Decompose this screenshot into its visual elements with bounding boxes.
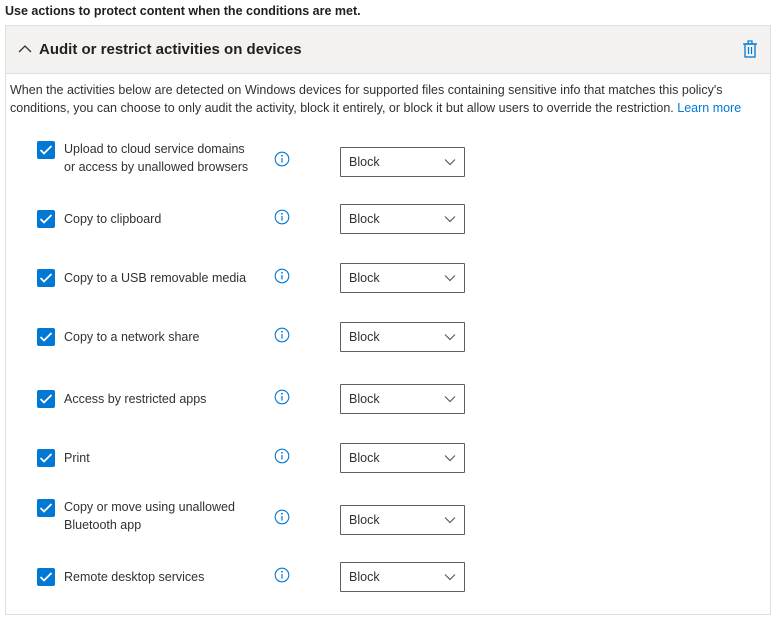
info-icon[interactable] bbox=[274, 268, 290, 284]
activity-row: Access by restricted apps Block bbox=[6, 379, 772, 419]
chevron-down-icon bbox=[444, 574, 456, 581]
activity-label: Access by restricted apps bbox=[64, 390, 264, 408]
activity-label-line1: Remote desktop services bbox=[64, 570, 205, 584]
dropdown-value: Block bbox=[349, 392, 380, 406]
audit-restrict-panel: Audit or restrict activities on devices … bbox=[5, 25, 771, 615]
chevron-down-icon bbox=[444, 216, 456, 223]
activity-row: Remote desktop services Block bbox=[6, 557, 772, 597]
dropdown-value: Block bbox=[349, 513, 380, 527]
activity-label-line2: or access by unallowed browsers bbox=[64, 160, 249, 174]
activity-label-line2: Bluetooth app bbox=[64, 518, 142, 532]
chevron-down-icon bbox=[444, 334, 456, 341]
checkmark-icon bbox=[39, 503, 53, 513]
action-dropdown[interactable]: Block bbox=[340, 263, 465, 293]
info-icon[interactable] bbox=[274, 209, 290, 225]
info-icon[interactable] bbox=[274, 389, 290, 405]
dropdown-value: Block bbox=[349, 271, 380, 285]
checkmark-icon bbox=[39, 332, 53, 342]
action-dropdown[interactable]: Block bbox=[340, 384, 465, 414]
activity-checkbox[interactable] bbox=[37, 568, 55, 586]
dropdown-value: Block bbox=[349, 155, 380, 169]
activity-label-line1: Print bbox=[64, 451, 90, 465]
activity-label: Copy to a USB removable media bbox=[64, 269, 264, 287]
panel-header[interactable]: Audit or restrict activities on devices bbox=[6, 26, 770, 74]
activity-label-line1: Copy to clipboard bbox=[64, 212, 162, 226]
activity-checkbox[interactable] bbox=[37, 269, 55, 287]
chevron-down-icon bbox=[444, 159, 456, 166]
action-dropdown[interactable]: Block bbox=[340, 505, 465, 535]
activity-checkbox[interactable] bbox=[37, 390, 55, 408]
activity-label-line1: Copy to a network share bbox=[64, 330, 200, 344]
checkmark-icon bbox=[39, 273, 53, 283]
activity-label-line1: Copy to a USB removable media bbox=[64, 271, 247, 285]
activity-checkbox[interactable] bbox=[37, 449, 55, 467]
activity-label: Print bbox=[64, 449, 264, 467]
learn-more-link[interactable]: Learn more bbox=[677, 101, 741, 115]
action-dropdown[interactable]: Block bbox=[340, 443, 465, 473]
activity-label: Copy or move using unallowed Bluetooth ap… bbox=[64, 498, 264, 534]
activity-row: Copy to clipboard Block bbox=[6, 199, 772, 239]
activity-label: Remote desktop services bbox=[64, 568, 264, 586]
activity-row: Copy to a network share Block bbox=[6, 317, 772, 357]
dropdown-value: Block bbox=[349, 212, 380, 226]
checkmark-icon bbox=[39, 394, 53, 404]
description-text: When the activities below are detected o… bbox=[10, 83, 723, 115]
activity-row: Upload to cloud service domains or access… bbox=[6, 139, 772, 179]
activity-label-line1: Copy or move using unallowed bbox=[64, 500, 235, 514]
info-icon[interactable] bbox=[274, 567, 290, 583]
chevron-down-icon bbox=[444, 517, 456, 524]
chevron-down-icon bbox=[444, 396, 456, 403]
activity-checkbox[interactable] bbox=[37, 499, 55, 517]
activity-row: Copy or move using unallowed Bluetooth ap… bbox=[6, 497, 772, 537]
panel-title: Audit or restrict activities on devices bbox=[39, 41, 302, 58]
action-dropdown[interactable]: Block bbox=[340, 562, 465, 592]
activity-checkbox[interactable] bbox=[37, 141, 55, 159]
activity-checkbox[interactable] bbox=[37, 210, 55, 228]
checkmark-icon bbox=[39, 214, 53, 224]
checkmark-icon bbox=[39, 572, 53, 582]
activity-row: Copy to a USB removable media Block bbox=[6, 258, 772, 298]
trash-icon[interactable] bbox=[742, 40, 758, 58]
activity-label-line1: Upload to cloud service domains bbox=[64, 142, 245, 156]
dropdown-value: Block bbox=[349, 330, 380, 344]
action-dropdown[interactable]: Block bbox=[340, 204, 465, 234]
checkmark-icon bbox=[39, 145, 53, 155]
activity-label: Upload to cloud service domains or access… bbox=[64, 140, 264, 176]
chevron-down-icon bbox=[444, 455, 456, 462]
activity-label: Copy to a network share bbox=[64, 328, 264, 346]
info-icon[interactable] bbox=[274, 151, 290, 167]
panel-description: When the activities below are detected o… bbox=[10, 81, 760, 117]
checkmark-icon bbox=[39, 453, 53, 463]
info-icon[interactable] bbox=[274, 327, 290, 343]
section-intro: Use actions to protect content when the … bbox=[5, 4, 361, 18]
activity-label-line1: Access by restricted apps bbox=[64, 392, 207, 406]
action-dropdown[interactable]: Block bbox=[340, 322, 465, 352]
activity-row: Print Block bbox=[6, 438, 772, 478]
action-dropdown[interactable]: Block bbox=[340, 147, 465, 177]
dropdown-value: Block bbox=[349, 451, 380, 465]
chevron-up-icon[interactable] bbox=[17, 43, 33, 55]
info-icon[interactable] bbox=[274, 448, 290, 464]
dropdown-value: Block bbox=[349, 570, 380, 584]
info-icon[interactable] bbox=[274, 509, 290, 525]
activity-label: Copy to clipboard bbox=[64, 210, 264, 228]
chevron-down-icon bbox=[444, 275, 456, 282]
activity-checkbox[interactable] bbox=[37, 328, 55, 346]
